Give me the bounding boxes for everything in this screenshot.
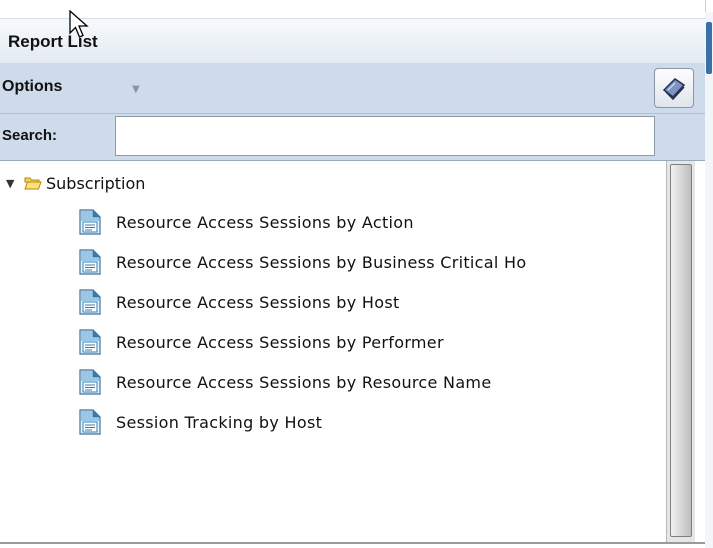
triangle-down-icon[interactable]: ▼ (6, 177, 20, 190)
tree-report-item[interactable]: Resource Access Sessions by Business Cri… (78, 247, 526, 277)
tree-report-item[interactable]: Session Tracking by Host (78, 407, 322, 437)
report-document-icon (78, 249, 102, 275)
report-document-icon (78, 209, 102, 235)
panel-header: Report List (0, 18, 705, 64)
report-document-icon (78, 369, 102, 395)
options-toolbar: Options ▼ (0, 63, 705, 114)
scrollbar-thumb[interactable] (670, 164, 692, 537)
caret-down-icon[interactable]: ▼ (132, 84, 140, 95)
report-label: Resource Access Sessions by Resource Nam… (116, 372, 492, 392)
tree-report-item[interactable]: Resource Access Sessions by Action (78, 207, 414, 237)
search-label: Search: (2, 127, 58, 144)
folder-open-icon (24, 175, 42, 191)
book-icon (662, 78, 686, 101)
adjacent-panel-tab[interactable] (706, 22, 712, 74)
panel-bottom-border (0, 542, 705, 544)
tree-report-item[interactable]: Resource Access Sessions by Performer (78, 327, 444, 357)
report-document-icon (78, 409, 102, 435)
report-document-icon (78, 329, 102, 355)
report-label: Resource Access Sessions by Action (116, 212, 414, 232)
book-button[interactable] (654, 68, 694, 108)
tree-report-item[interactable]: Resource Access Sessions by Host (78, 287, 400, 317)
options-menu-button[interactable]: Options (2, 78, 62, 96)
report-label: Resource Access Sessions by Host (116, 292, 400, 312)
tree-folder-subscription[interactable]: ▼ Subscription (6, 170, 145, 196)
report-label: Resource Access Sessions by Performer (116, 332, 444, 352)
adjacent-panel-edge (705, 12, 713, 548)
folder-label: Subscription (46, 173, 146, 193)
report-list-panel: Report List Options ▼ Search: ▼ Subscrip… (0, 0, 706, 548)
vertical-scrollbar[interactable] (666, 161, 695, 542)
report-label: Session Tracking by Host (116, 412, 323, 432)
search-input[interactable] (115, 116, 655, 156)
report-label: Resource Access Sessions by Business Cri… (116, 252, 527, 272)
report-document-icon (78, 289, 102, 315)
mouse-cursor-icon (69, 10, 89, 38)
tree-report-item[interactable]: Resource Access Sessions by Resource Nam… (78, 367, 491, 397)
